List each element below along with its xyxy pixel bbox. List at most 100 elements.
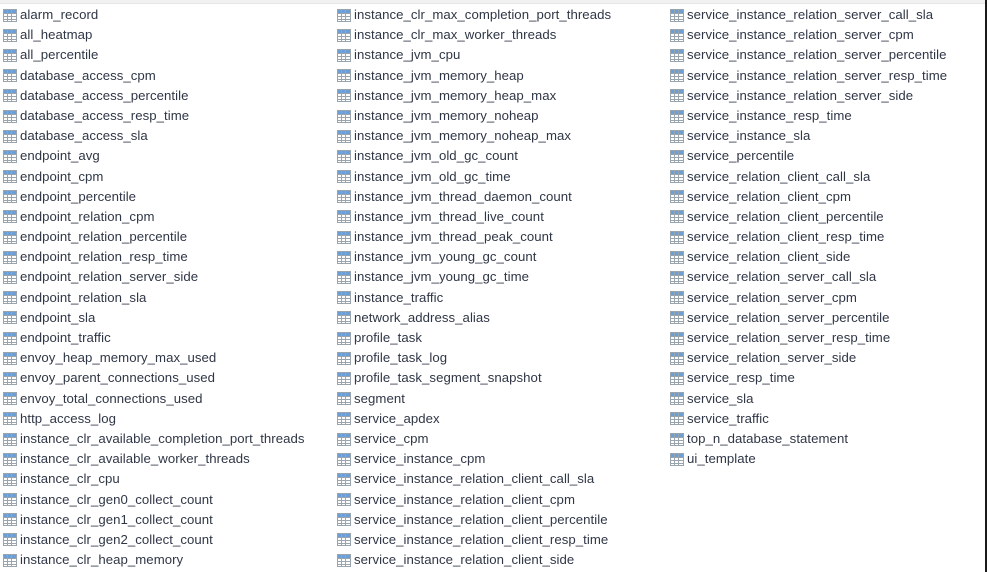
table-list-item[interactable]: instance_clr_available_worker_threads [3,449,335,469]
table-name-label: instance_traffic [354,289,444,305]
table-icon [337,271,351,285]
table-list-item[interactable]: endpoint_relation_resp_time [3,247,335,267]
table-list-item[interactable]: database_access_resp_time [3,106,335,126]
table-name-label: database_access_sla [20,128,148,144]
table-icon [3,8,17,22]
table-icon [670,311,684,325]
table-list-item[interactable]: instance_jvm_old_gc_time [337,167,669,187]
table-list-item[interactable]: ui_template [670,449,982,469]
table-list-item[interactable]: service_instance_resp_time [670,106,982,126]
table-list-item[interactable]: service_instance_relation_client_percent… [337,510,669,530]
table-list-item[interactable]: instance_clr_gen0_collect_count [3,490,335,510]
table-list-item[interactable]: endpoint_relation_cpm [3,207,335,227]
table-list-item[interactable]: service_instance_relation_server_resp_ti… [670,66,982,86]
table-name-label: database_access_cpm [20,67,156,83]
table-list-item[interactable]: instance_jvm_old_gc_count [337,146,669,166]
table-list-item[interactable]: profile_task [337,328,669,348]
table-list-item[interactable]: envoy_total_connections_used [3,389,335,409]
table-list-item[interactable]: envoy_parent_connections_used [3,368,335,388]
table-list-item[interactable]: service_instance_sla [670,126,982,146]
table-list-item[interactable]: network_address_alias [337,308,669,328]
table-list-item[interactable]: endpoint_traffic [3,328,335,348]
table-list-item[interactable]: service_relation_server_resp_time [670,328,982,348]
table-list-item[interactable]: all_heatmap [3,25,335,45]
table-list-item[interactable]: profile_task_segment_snapshot [337,368,669,388]
table-list-item[interactable]: database_access_percentile [3,86,335,106]
table-list-item[interactable]: top_n_database_statement [670,429,982,449]
table-list-item[interactable]: instance_jvm_thread_peak_count [337,227,669,247]
table-name-label: profile_task [354,330,423,345]
table-list-item[interactable]: instance_jvm_young_gc_time [337,267,669,287]
table-list-item[interactable]: service_instance_cpm [337,449,669,469]
table-name-label: instance_jvm_thread_peak_count [354,229,553,245]
table-icon [3,533,17,547]
table-list-item[interactable]: service_instance_relation_client_cpm [337,490,669,510]
table-list-item[interactable]: service_cpm [337,429,669,449]
table-list-item[interactable]: endpoint_avg [3,146,335,166]
table-name-label: service_traffic [687,410,769,426]
table-list-item[interactable]: endpoint_relation_server_side [3,267,335,287]
table-list-item[interactable]: instance_clr_available_completion_port_t… [3,429,335,449]
table-list-item[interactable]: instance_jvm_memory_noheap_max [337,126,669,146]
table-list-item[interactable]: instance_jvm_young_gc_count [337,247,669,267]
table-list-item[interactable]: http_access_log [3,409,335,429]
table-icon [3,28,17,42]
table-list-item[interactable]: instance_jvm_memory_heap_max [337,86,669,106]
table-list-item[interactable]: instance_jvm_memory_heap [337,66,669,86]
table-name-label: envoy_parent_connections_used [20,370,216,386]
table-list-item[interactable]: endpoint_relation_percentile [3,227,335,247]
table-list-item[interactable]: service_instance_relation_server_side [670,86,982,106]
table-list-item[interactable]: service_instance_relation_client_call_sl… [337,469,669,489]
table-icon [670,230,684,244]
table-list-item[interactable]: service_resp_time [670,368,982,388]
table-list-item[interactable]: service_instance_relation_client_side [337,550,669,570]
table-list-item[interactable]: instance_clr_max_completion_port_threads [337,5,669,25]
table-list-item[interactable]: instance_traffic [337,288,669,308]
table-list-item[interactable]: service_relation_server_side [670,348,982,368]
table-list-item[interactable]: service_traffic [670,409,982,429]
table-list-item[interactable]: service_relation_client_cpm [670,187,982,207]
table-list-item[interactable]: profile_task_log [337,348,669,368]
table-list-item[interactable]: instance_clr_cpu [3,469,335,489]
table-list-item[interactable]: service_percentile [670,146,982,166]
table-list-item[interactable]: service_relation_client_call_sla [670,167,982,187]
table-list-item[interactable]: endpoint_cpm [3,167,335,187]
table-list-item[interactable]: service_relation_server_call_sla [670,267,982,287]
table-list-item[interactable]: service_relation_client_resp_time [670,227,982,247]
table-list-item[interactable]: envoy_heap_memory_max_used [3,348,335,368]
table-icon [3,129,17,143]
table-list-item[interactable]: segment [337,389,669,409]
table-icon [3,371,17,385]
table-list-item[interactable]: instance_jvm_cpu [337,45,669,65]
table-name-label: endpoint_relation_sla [20,289,147,305]
table-list-item[interactable]: endpoint_percentile [3,187,335,207]
table-name-label: instance_clr_max_worker_threads [354,27,557,43]
table-name-label: database_access_percentile [20,87,189,103]
table-list-item[interactable]: instance_jvm_thread_daemon_count [337,187,669,207]
table-list-item[interactable]: service_relation_client_side [670,247,982,267]
table-list-item[interactable]: instance_clr_heap_memory [3,550,335,570]
table-icon [3,149,17,163]
table-list-item[interactable]: database_access_sla [3,126,335,146]
table-list-item[interactable]: service_relation_server_cpm [670,288,982,308]
table-list-item[interactable]: service_instance_relation_server_cpm [670,25,982,45]
table-list-item[interactable]: instance_clr_max_worker_threads [337,25,669,45]
table-list-item[interactable]: all_percentile [3,45,335,65]
table-name-label: instance_jvm_thread_daemon_count [354,188,572,204]
table-list-item[interactable]: instance_clr_gen2_collect_count [3,530,335,550]
table-list-item[interactable]: service_relation_server_percentile [670,308,982,328]
table-list-item[interactable]: service_sla [670,389,982,409]
table-list-item[interactable]: instance_clr_gen1_collect_count [3,510,335,530]
table-list-item[interactable]: service_instance_relation_server_call_sl… [670,5,982,25]
table-list-item[interactable]: instance_jvm_thread_live_count [337,207,669,227]
table-list-item[interactable]: service_apdex [337,409,669,429]
table-list-item[interactable]: instance_jvm_memory_noheap [337,106,669,126]
table-icon [670,432,684,446]
table-list-item[interactable]: service_instance_relation_server_percent… [670,45,982,65]
table-list-item[interactable]: database_access_cpm [3,66,335,86]
table-list-item[interactable]: endpoint_relation_sla [3,288,335,308]
table-list-item[interactable]: endpoint_sla [3,308,335,328]
table-list-item[interactable]: service_relation_client_percentile [670,207,982,227]
table-list-item[interactable]: service_instance_relation_client_resp_ti… [337,530,669,550]
table-list-item[interactable]: alarm_record [3,5,335,25]
